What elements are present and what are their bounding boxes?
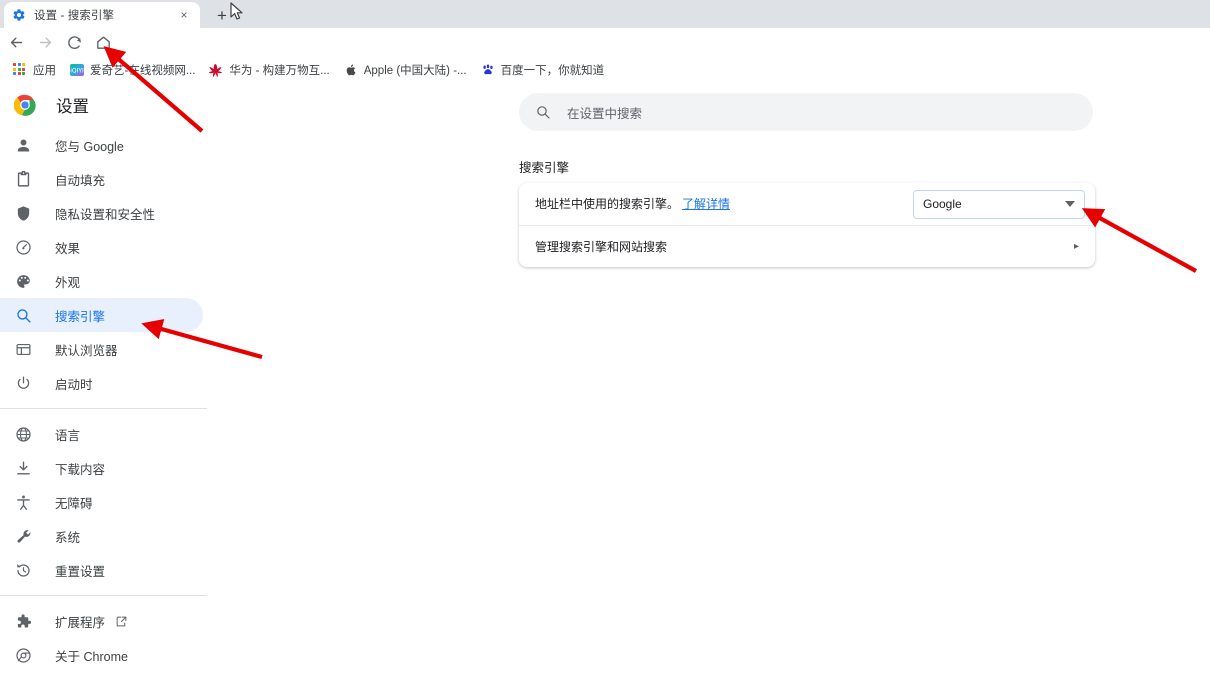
sidebar-item-label: 效果 bbox=[55, 241, 81, 256]
forward-button[interactable] bbox=[32, 29, 58, 55]
sidebar-item-label: 搜索引擎 bbox=[55, 309, 106, 324]
apple-icon bbox=[344, 63, 358, 77]
external-link-icon bbox=[115, 615, 128, 628]
sidebar-item-privacy-security[interactable]: 隐私设置和安全性 bbox=[0, 196, 203, 230]
sidebar-item-languages[interactable]: 语言 bbox=[0, 417, 203, 451]
search-input[interactable]: 在设置中搜索 bbox=[519, 93, 1093, 131]
bookmark-label: 华为 - 构建万物互... bbox=[229, 65, 330, 77]
home-button[interactable] bbox=[90, 29, 116, 55]
bookmark-apps[interactable]: 应用 bbox=[6, 59, 63, 81]
bookmark-label: 应用 bbox=[33, 65, 56, 77]
iqiyi-icon: iQIYI bbox=[70, 63, 84, 77]
apps-grid-icon bbox=[13, 63, 27, 77]
reload-button[interactable] bbox=[61, 29, 87, 55]
chrome-logo-icon bbox=[13, 94, 36, 116]
sidebar-item-autofill[interactable]: 自动填充 bbox=[0, 162, 203, 196]
sidebar-item-label: 您与 Google bbox=[55, 139, 124, 154]
row-manage-search-engines[interactable]: 管理搜索引擎和网站搜索 ▸ bbox=[519, 225, 1095, 267]
download-icon bbox=[14, 459, 33, 478]
sidebar-item-label: 外观 bbox=[55, 275, 81, 290]
back-button[interactable] bbox=[3, 29, 29, 55]
sidebar-item-search-engine[interactable]: 搜索引擎 bbox=[0, 298, 203, 332]
person-icon bbox=[14, 136, 33, 155]
sidebar-item-label: 系统 bbox=[55, 530, 81, 545]
accessibility-icon bbox=[14, 493, 33, 512]
sidebar-item-label: 重置设置 bbox=[55, 564, 106, 579]
sidebar-divider-2 bbox=[0, 595, 207, 596]
bookmark-label: 爱奇艺-在线视频网... bbox=[90, 65, 196, 77]
row-label: 管理搜索引擎和网站搜索 bbox=[535, 240, 668, 254]
bookmark-label: 百度一下，你就知道 bbox=[500, 65, 605, 77]
power-icon bbox=[14, 374, 33, 393]
bookmark-iqiyi[interactable]: iQIYI 爱奇艺-在线视频网... bbox=[63, 59, 202, 81]
tab-settings-search-engine[interactable]: 设置 - 搜索引擎 × bbox=[4, 2, 200, 28]
svg-text:iQIYI: iQIYI bbox=[70, 68, 84, 75]
bookmarks-bar: 应用 iQIYI 爱奇艺-在线视频网... 华为 - 构建万物互... Appl… bbox=[0, 58, 1210, 82]
sidebar-item-label: 语言 bbox=[55, 428, 81, 443]
sidebar-item-performance[interactable]: 效果 bbox=[0, 230, 203, 264]
sidebar-item-on-startup[interactable]: 启动时 bbox=[0, 366, 203, 400]
mouse-cursor bbox=[230, 2, 246, 22]
sidebar-item-label: 启动时 bbox=[55, 377, 93, 392]
bookmark-huawei[interactable]: 华为 - 构建万物互... bbox=[202, 59, 336, 81]
settings-content: 在设置中搜索 搜索引擎 地址栏中使用的搜索引擎。 了解详情 Google 管理搜索… bbox=[207, 82, 1210, 692]
select-value: Google bbox=[923, 197, 962, 211]
wrench-icon bbox=[14, 527, 33, 546]
sidebar-item-appearance[interactable]: 外观 bbox=[0, 264, 203, 298]
toolbar: Chrome | chrome://settings/search bbox=[0, 28, 1210, 78]
browser-window: 设置 - 搜索引擎 × + 应用 iQIYI 爱奇艺-在线视频网... 华为 -… bbox=[0, 0, 1210, 692]
sidebar-header: 设置 bbox=[0, 82, 207, 128]
row-default-search-engine: 地址栏中使用的搜索引擎。 了解详情 Google bbox=[519, 183, 1095, 225]
sidebar-item-extensions[interactable]: 扩展程序 bbox=[0, 604, 203, 638]
history-restore-icon bbox=[14, 561, 33, 580]
shield-icon bbox=[14, 204, 33, 223]
sidebar-item-label: 隐私设置和安全性 bbox=[55, 207, 156, 222]
tab-strip: 设置 - 搜索引擎 × + bbox=[0, 0, 1210, 28]
bookmark-label: Apple (中国大陆) -... bbox=[363, 65, 467, 77]
sidebar-item-you-and-google[interactable]: 您与 Google bbox=[0, 128, 203, 162]
sidebar-item-label: 默认浏览器 bbox=[55, 343, 118, 358]
search-placeholder: 在设置中搜索 bbox=[567, 106, 643, 121]
chrome-outline-icon bbox=[14, 646, 33, 665]
palette-icon bbox=[14, 272, 33, 291]
sidebar-item-label: 下载内容 bbox=[55, 462, 106, 477]
search-engine-card: 地址栏中使用的搜索引擎。 了解详情 Google 管理搜索引擎和网站搜索 ▸ bbox=[519, 183, 1095, 267]
row-text-wrap: 地址栏中使用的搜索引擎。 了解详情 bbox=[535, 195, 730, 213]
close-icon[interactable]: × bbox=[176, 7, 192, 23]
sidebar-item-label: 自动填充 bbox=[55, 173, 106, 188]
huawei-icon bbox=[208, 63, 223, 77]
learn-more-link[interactable]: 了解详情 bbox=[682, 197, 730, 211]
sidebar-item-downloads[interactable]: 下载内容 bbox=[0, 451, 203, 485]
baidu-icon bbox=[481, 63, 495, 77]
sidebar-divider-1 bbox=[0, 408, 207, 409]
search-engine-select[interactable]: Google bbox=[913, 189, 1085, 219]
settings-sidebar: 设置 您与 Google 自动填充 隐私设置和安全性 效果 外观 搜索引擎 默认… bbox=[0, 82, 207, 692]
sidebar-item-default-browser[interactable]: 默认浏览器 bbox=[0, 332, 203, 366]
sidebar-item-label: 无障碍 bbox=[55, 496, 93, 511]
bookmark-apple[interactable]: Apple (中国大陆) -... bbox=[337, 59, 474, 81]
settings-page: 设置 您与 Google 自动填充 隐私设置和安全性 效果 外观 搜索引擎 默认… bbox=[0, 82, 1210, 692]
page-title: 设置 bbox=[56, 98, 89, 116]
sidebar-item-system[interactable]: 系统 bbox=[0, 519, 203, 553]
search-icon bbox=[14, 306, 33, 325]
sidebar-item-about-chrome[interactable]: 关于 Chrome bbox=[0, 638, 203, 672]
chevron-right-icon: ▸ bbox=[1073, 240, 1079, 252]
sidebar-item-label: 扩展程序 bbox=[55, 615, 106, 630]
puzzle-icon bbox=[14, 612, 33, 631]
browser-window-icon bbox=[14, 340, 33, 359]
section-title-search-engine: 搜索引擎 bbox=[519, 161, 570, 175]
sidebar-item-label: 关于 Chrome bbox=[55, 649, 128, 664]
speedometer-icon bbox=[14, 238, 33, 257]
clipboard-icon bbox=[14, 170, 33, 189]
sidebar-item-reset-settings[interactable]: 重置设置 bbox=[0, 553, 203, 587]
search-icon bbox=[535, 104, 551, 120]
settings-gear-icon bbox=[12, 8, 26, 22]
tab-title: 设置 - 搜索引擎 bbox=[34, 10, 115, 22]
globe-icon bbox=[14, 425, 33, 444]
bookmark-baidu[interactable]: 百度一下，你就知道 bbox=[474, 59, 612, 81]
sidebar-item-accessibility[interactable]: 无障碍 bbox=[0, 485, 203, 519]
row-label: 地址栏中使用的搜索引擎。 bbox=[535, 197, 680, 211]
chevron-down-icon bbox=[1065, 201, 1075, 207]
